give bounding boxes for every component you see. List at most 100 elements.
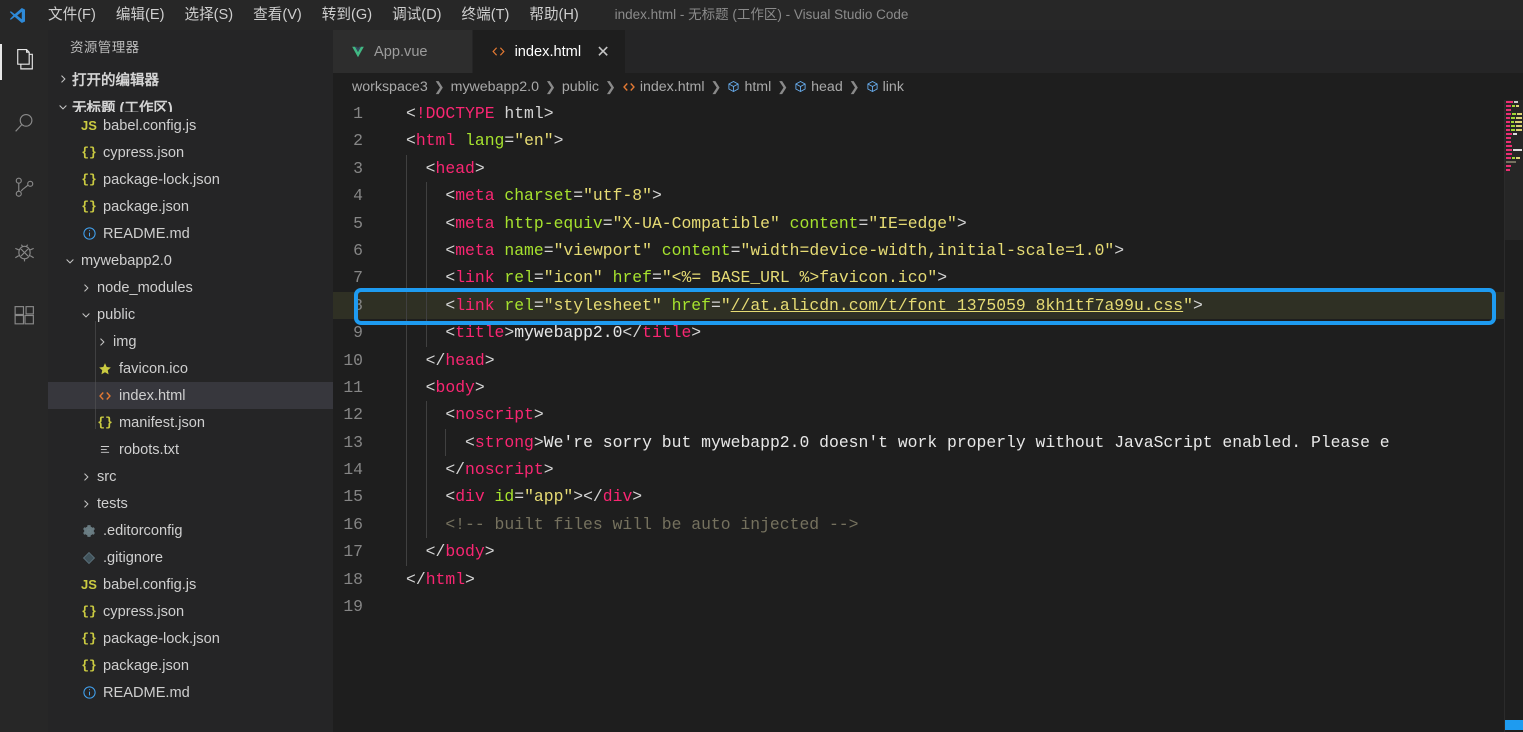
code-line[interactable]: 12 <noscript>: [333, 401, 1523, 429]
menu-go[interactable]: 转到(G): [312, 0, 382, 30]
tree-file-robots.txt[interactable]: robots.txt: [48, 436, 333, 463]
indent-guide: [406, 182, 407, 210]
tree-file-babel.config.js[interactable]: JS babel.config.js: [48, 112, 333, 139]
tree-file-README.md[interactable]: README.md: [48, 679, 333, 706]
code-token-punct: <: [406, 186, 456, 206]
code-token-tag: title: [455, 323, 505, 343]
code-token-punct: </: [406, 542, 446, 562]
code-line[interactable]: 7 <link rel="icon" href="<%= BASE_URL %>…: [333, 264, 1523, 292]
indent-guide: [425, 319, 427, 347]
tree-folder-public[interactable]: public: [48, 301, 333, 328]
tree-file-package.json[interactable]: {} package.json: [48, 193, 333, 220]
indent-guide: [406, 264, 407, 292]
code-line[interactable]: 5 <meta http-equiv="X-UA-Compatible" con…: [333, 209, 1523, 237]
activity-search-button[interactable]: [0, 94, 48, 158]
menu-view[interactable]: 查看(V): [243, 0, 312, 30]
menu-selection[interactable]: 选择(S): [174, 0, 243, 30]
code-line[interactable]: 19: [333, 593, 1523, 620]
symbol-cube-icon: [794, 80, 807, 93]
activity-extensions-button[interactable]: [0, 286, 48, 350]
menu-file[interactable]: 文件(F): [38, 0, 106, 30]
code-token-val: "width=device-width,initial-scale=1.0": [740, 240, 1115, 260]
activity-debug-button[interactable]: [0, 222, 48, 286]
breadcrumb-label: public: [561, 78, 599, 95]
code-line-text: </head>: [385, 346, 495, 374]
menu-terminal[interactable]: 终端(T): [452, 0, 520, 30]
html-icon: [622, 80, 636, 94]
minimap-slider[interactable]: [1505, 100, 1523, 240]
tab-close-button[interactable]: ✕: [593, 42, 613, 62]
breadcrumb-item-head[interactable]: head: [794, 79, 843, 95]
code-line[interactable]: 6 <meta name="viewport" content="width=d…: [333, 236, 1523, 265]
code-line[interactable]: 14 </noscript>: [333, 456, 1523, 484]
code-token-tag: div: [602, 487, 633, 507]
menu-help[interactable]: 帮助(H): [519, 0, 588, 30]
code-line-text: <noscript>: [385, 401, 544, 429]
code-token-val: ": [720, 295, 731, 315]
breadcrumb-item-public[interactable]: public: [562, 79, 599, 95]
tree-file-manifest.json[interactable]: {} manifest.json: [48, 409, 333, 436]
menu-edit[interactable]: 编辑(E): [106, 0, 175, 30]
code-line-text: <!DOCTYPE html>: [385, 100, 554, 127]
tree-file-.gitignore[interactable]: .gitignore: [48, 544, 333, 571]
search-icon: [12, 111, 37, 141]
code-line[interactable]: 1 <!DOCTYPE html>: [333, 100, 1523, 127]
code-line[interactable]: 13 <strong>We're sorry but mywebapp2.0 d…: [333, 428, 1523, 457]
code-line[interactable]: 3 <head>: [333, 154, 1523, 183]
code-token-text: mywebapp2.0: [514, 323, 623, 343]
breadcrumb-item-mywebapp2.0[interactable]: mywebapp2.0: [451, 79, 539, 95]
code-token-punct: =: [504, 131, 515, 151]
tree-folder-tests[interactable]: tests: [48, 490, 333, 517]
code-line[interactable]: 2 <html lang="en">: [333, 127, 1523, 154]
tree-file-babel.config.js[interactable]: JS babel.config.js: [48, 571, 333, 598]
activity-source-control-button[interactable]: [0, 158, 48, 222]
code-line[interactable]: 11 <body>: [333, 373, 1523, 402]
tree-file-package-lock.json[interactable]: {} package-lock.json: [48, 625, 333, 652]
indent-guide: [425, 264, 427, 292]
tree-folder-mywebapp2.0[interactable]: mywebapp2.0: [48, 247, 333, 274]
code-line[interactable]: 18 </html>: [333, 566, 1523, 593]
editor-minimap[interactable]: [1505, 100, 1523, 732]
code-line[interactable]: 10 </head>: [333, 346, 1523, 374]
code-content[interactable]: 1 <!DOCTYPE html> 2 <html lang="en"> 3 <head…: [333, 100, 1523, 620]
tree-file-cypress.json[interactable]: {} cypress.json: [48, 139, 333, 166]
code-token-val: "IE=edge": [868, 213, 957, 233]
code-line[interactable]: 9 <title>mywebapp2.0</title>: [333, 319, 1523, 347]
indent-guide: [425, 291, 427, 320]
breadcrumb-item-html[interactable]: html: [727, 79, 771, 95]
code-line[interactable]: 8 <link rel="stylesheet" href="//at.alic…: [333, 291, 1523, 320]
code-line-text: <head>: [385, 154, 485, 183]
code-token-tag: noscript: [465, 460, 544, 480]
tree-folder-src[interactable]: src: [48, 463, 333, 490]
code-line[interactable]: 15 <div id="app"></div>: [333, 483, 1523, 511]
code-token-punct: =: [710, 295, 721, 315]
tree-file-package.json[interactable]: {} package.json: [48, 652, 333, 679]
tree-folder-node_modules[interactable]: node_modules: [48, 274, 333, 301]
section-open-editors[interactable]: 打开的编辑器: [48, 65, 333, 93]
code-line[interactable]: 16 <!-- built files will be auto injecte…: [333, 510, 1523, 539]
breadcrumb-item-index.html[interactable]: index.html: [622, 79, 705, 95]
tree-folder-img[interactable]: img: [48, 328, 333, 355]
tree-file-README.md[interactable]: README.md: [48, 220, 333, 247]
breadcrumb-item-link[interactable]: link: [866, 79, 904, 95]
tree-file-.editorconfig[interactable]: .editorconfig: [48, 517, 333, 544]
menu-debug[interactable]: 调试(D): [382, 0, 451, 30]
code-line[interactable]: 4 <meta charset="utf-8">: [333, 182, 1523, 210]
tree-file-package-lock.json[interactable]: {} package-lock.json: [48, 166, 333, 193]
breadcrumb: workspace3 ❯ mywebapp2.0 ❯ public ❯ index.html…: [333, 73, 1523, 100]
tab-index-html[interactable]: index.html ✕: [472, 30, 627, 73]
tree-file-favicon.ico[interactable]: favicon.ico: [48, 355, 333, 382]
code-line[interactable]: 17 </body>: [333, 538, 1523, 566]
activity-explorer-button[interactable]: [0, 30, 48, 94]
tree-item-label: package-lock.json: [103, 171, 220, 188]
breadcrumb-item-workspace3[interactable]: workspace3: [352, 79, 428, 95]
indent-guide: [425, 483, 427, 511]
markdown-file-icon: [78, 226, 100, 241]
indent-guide: [406, 291, 407, 320]
json-file-icon: {}: [81, 172, 97, 187]
tab-app-vue[interactable]: App.vue: [333, 30, 473, 73]
code-token-punct: =: [533, 295, 544, 315]
tree-file-index.html[interactable]: index.html: [48, 382, 333, 409]
code-editor[interactable]: 1 <!DOCTYPE html> 2 <html lang="en"> 3 <head…: [333, 100, 1523, 732]
tree-file-cypress.json[interactable]: {} cypress.json: [48, 598, 333, 625]
